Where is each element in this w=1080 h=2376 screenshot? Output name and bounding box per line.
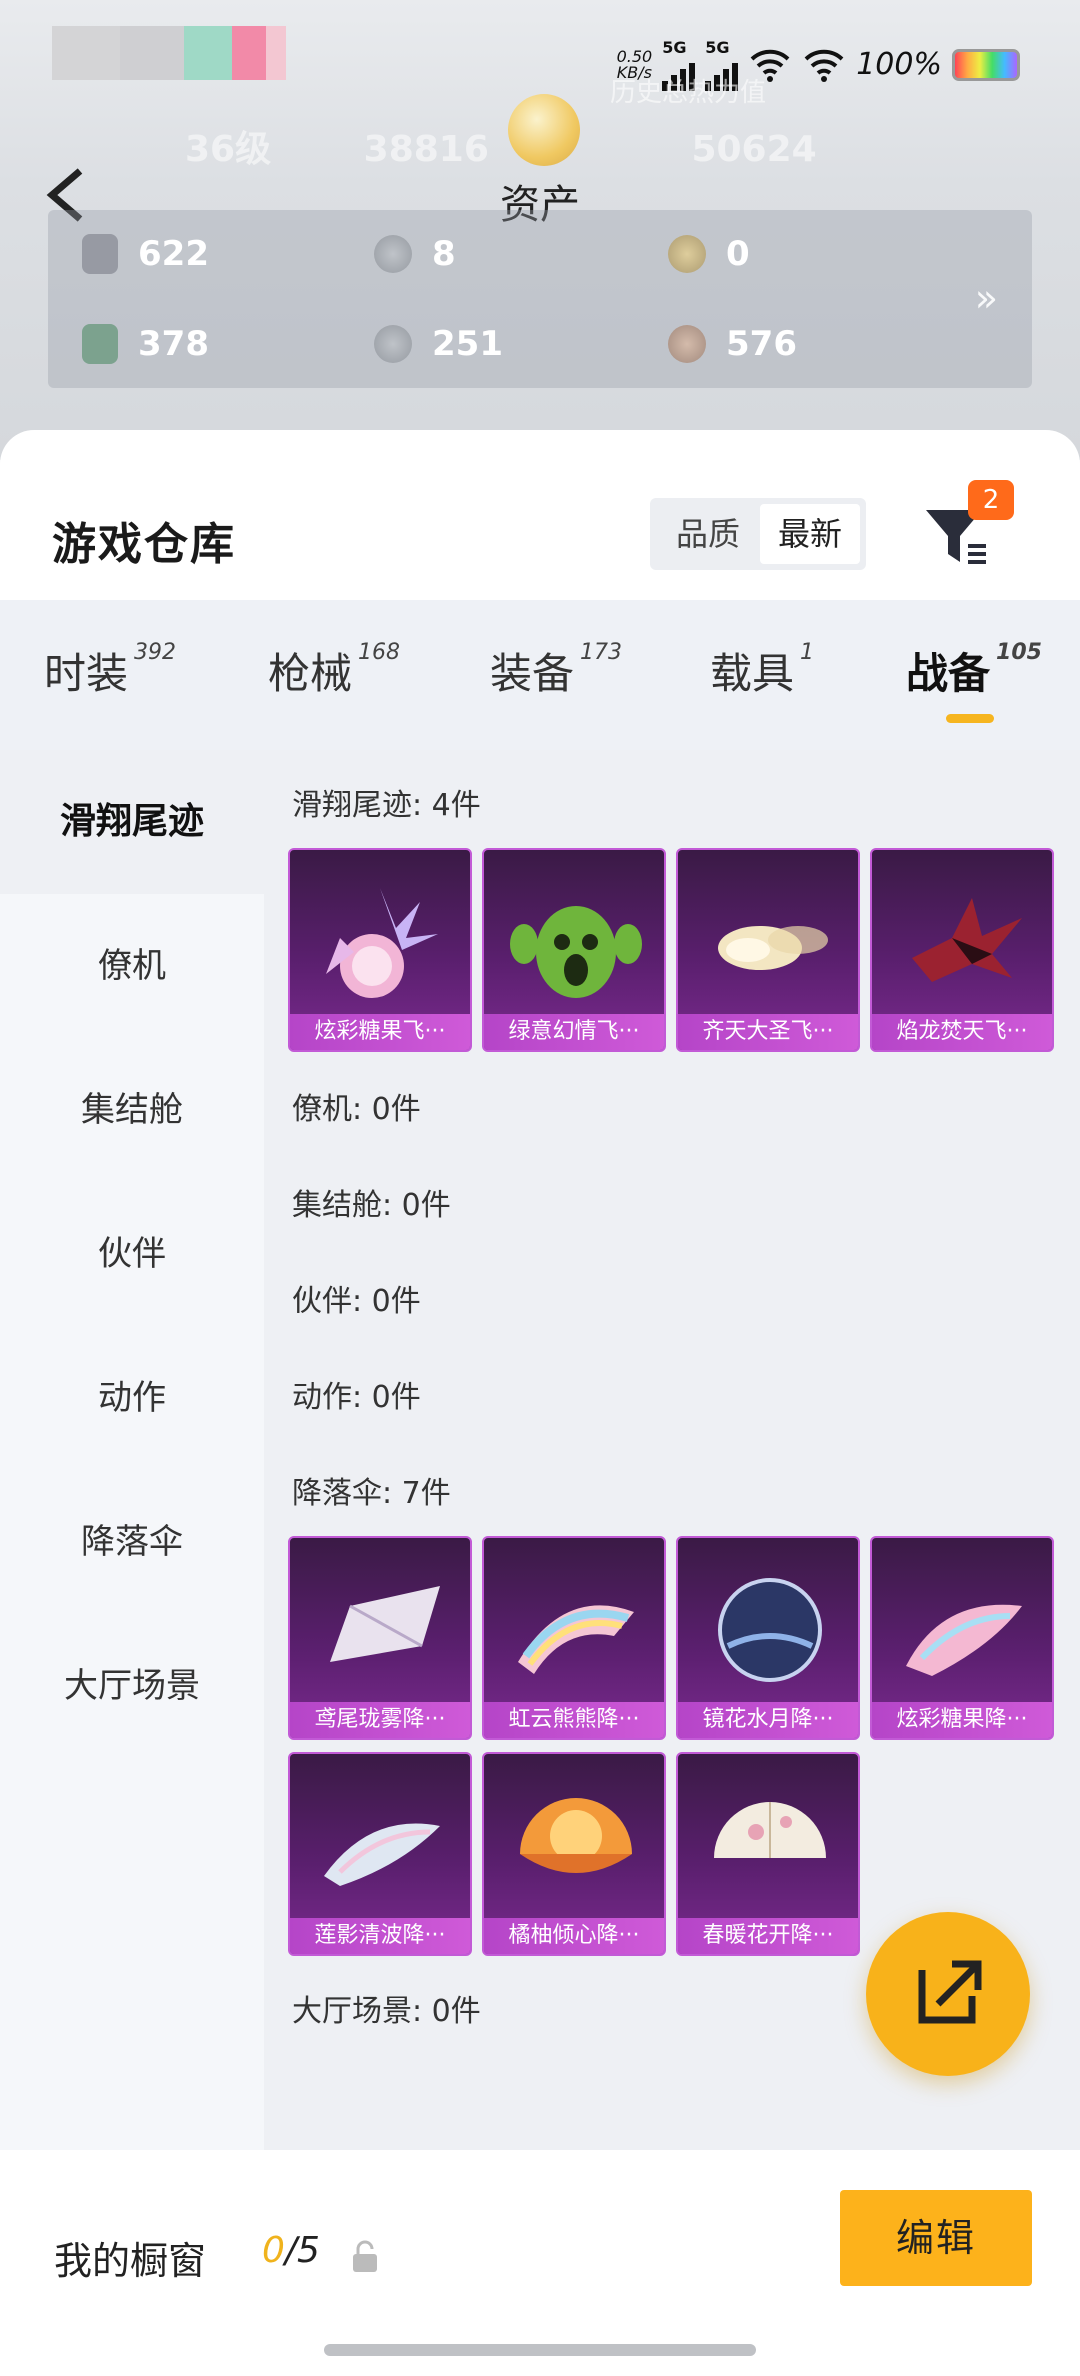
nav-rally-pod[interactable]: 集结舱	[0, 1038, 264, 1182]
item-card[interactable]: 莲影清波降···	[288, 1752, 472, 1956]
tab-equipment[interactable]: 装备 173	[490, 640, 622, 701]
avatar-pixelated	[266, 26, 286, 80]
section-parachute: 降落伞: 7件	[292, 1476, 451, 1511]
card-icon	[82, 234, 118, 274]
home-indicator[interactable]	[324, 2344, 756, 2356]
item-card[interactable]: 春暖花开降···	[676, 1752, 860, 1956]
nav-emote[interactable]: 动作	[0, 1326, 264, 1470]
avatar-pixelated	[184, 26, 232, 80]
share-icon	[918, 1960, 982, 2024]
tab-fashion[interactable]: 时装 392	[44, 640, 176, 701]
silver-coin-icon	[374, 325, 412, 363]
expand-chevron-icon[interactable]: »	[975, 276, 998, 320]
item-name: 镜花水月降···	[678, 1702, 858, 1738]
warehouse-title: 游戏仓库	[52, 519, 236, 570]
battery-percent: 100%	[856, 47, 942, 82]
level-value: 36级	[185, 129, 272, 170]
parachute-icon	[906, 1604, 1022, 1676]
sort-toggle: 品质 最新	[650, 498, 866, 570]
cactus-glide-icon	[510, 906, 642, 998]
currency-item: 251	[374, 324, 503, 364]
section-wingman: 僚机: 0件	[292, 1092, 421, 1127]
item-name: 齐天大圣飞···	[678, 1014, 858, 1050]
item-card[interactable]: 镜花水月降···	[676, 1536, 860, 1740]
gold-total: 50624	[691, 129, 817, 170]
currency-item: 622	[82, 234, 209, 274]
item-card[interactable]: 齐天大圣飞···	[676, 848, 860, 1052]
section-lobby-scene: 大厅场景: 0件	[292, 1994, 481, 2029]
avatar-pixelated	[120, 26, 184, 80]
nav-wingman[interactable]: 僚机	[0, 894, 264, 1038]
share-button[interactable]	[866, 1912, 1030, 2076]
currency-item: 0	[668, 234, 750, 274]
sort-latest-button[interactable]: 最新	[760, 504, 860, 564]
edit-button[interactable]: 编辑	[840, 2190, 1032, 2286]
nav-parachute[interactable]: 降落伞	[0, 1470, 264, 1614]
coin-icon	[374, 235, 412, 273]
section-emote: 动作: 0件	[292, 1380, 421, 1415]
ticket-icon	[82, 324, 118, 364]
item-name: 莲影清波降···	[290, 1918, 470, 1954]
candy-glide-icon	[326, 888, 438, 998]
parachute-icon	[714, 1802, 826, 1858]
nav-glide-trail[interactable]: 滑翔尾迹	[0, 750, 264, 894]
section-rally-pod: 集结舱: 0件	[292, 1188, 451, 1223]
wifi-icon	[804, 49, 844, 82]
item-name: 焰龙焚天飞···	[872, 1014, 1052, 1050]
history-heat-label: 历史总热力值	[610, 78, 767, 108]
cloud-glide-icon	[718, 926, 828, 970]
tab-vehicles[interactable]: 载具 1	[710, 640, 814, 701]
sort-quality-button[interactable]: 品质	[658, 504, 758, 564]
lock-icon	[353, 2240, 377, 2272]
item-name: 橘柚倾心降···	[484, 1918, 664, 1954]
gold-coin-icon	[668, 235, 706, 273]
tab-weapons[interactable]: 枪械 168	[268, 640, 400, 701]
showcase-count: 0/5	[262, 2230, 320, 2271]
category-tabs: 时装 392 枪械 168 装备 173 载具 1 战备 105	[0, 600, 1080, 750]
subcategory-nav: 滑翔尾迹 僚机 集结舱 伙伴 动作 降落伞 大厅场景	[0, 750, 264, 2150]
avatar-pixelated	[232, 26, 266, 80]
item-name: 春暖花开降···	[678, 1918, 858, 1954]
avatar-pixelated	[52, 26, 120, 80]
item-card[interactable]: 炫彩糖果飞···	[288, 848, 472, 1052]
item-card[interactable]: 绿意幻情飞···	[482, 848, 666, 1052]
item-name: 鸢尾珑雾降···	[290, 1702, 470, 1738]
showcase-bar: 我的橱窗 0/5 编辑	[0, 2150, 1080, 2376]
section-glide-trail: 滑翔尾迹: 4件	[292, 788, 481, 823]
item-name: 炫彩糖果飞···	[290, 1014, 470, 1050]
copper-coin-icon	[668, 325, 706, 363]
currency-item: 8	[374, 234, 456, 274]
nav-partner[interactable]: 伙伴	[0, 1182, 264, 1326]
showcase-label: 我的橱窗	[54, 2239, 207, 2283]
item-name: 炫彩糖果降···	[872, 1702, 1052, 1738]
player-stats: 36级 38816 50624	[90, 120, 817, 172]
battery-icon	[952, 48, 1020, 81]
currency-panel[interactable]: 622 8 0 378 251 576 »	[48, 210, 1032, 388]
item-card[interactable]: 鸢尾珑雾降···	[288, 1536, 472, 1740]
item-card[interactable]: 焰龙焚天飞···	[870, 848, 1054, 1052]
parachute-icon	[718, 1578, 822, 1682]
filter-count-badge: 2	[968, 480, 1014, 520]
item-name: 虹云熊熊降···	[484, 1702, 664, 1738]
item-card[interactable]: 橘柚倾心降···	[482, 1752, 666, 1956]
section-partner: 伙伴: 0件	[292, 1284, 421, 1319]
currency-item: 378	[82, 324, 209, 364]
item-card[interactable]: 炫彩糖果降···	[870, 1536, 1054, 1740]
parachute-icon	[520, 1798, 632, 1873]
parachute-icon	[324, 1823, 440, 1886]
parachute-icon	[518, 1605, 634, 1674]
item-card[interactable]: 虹云熊熊降···	[482, 1536, 666, 1740]
active-tab-indicator	[946, 714, 994, 723]
tab-battle-prep[interactable]: 战备 105	[906, 640, 1042, 701]
currency-item: 576	[668, 324, 797, 364]
dragon-glide-icon	[912, 898, 1022, 982]
item-name: 绿意幻情飞···	[484, 1014, 664, 1050]
parachute-icon	[330, 1586, 440, 1662]
gold-icon	[508, 94, 580, 166]
nav-lobby-scene[interactable]: 大厅场景	[0, 1614, 264, 1758]
asset-header: 0.50 KB/s 5G 5G 100% 历史总热力值 36级 38816 506…	[0, 0, 1080, 460]
rank-points: 38816	[363, 129, 489, 170]
